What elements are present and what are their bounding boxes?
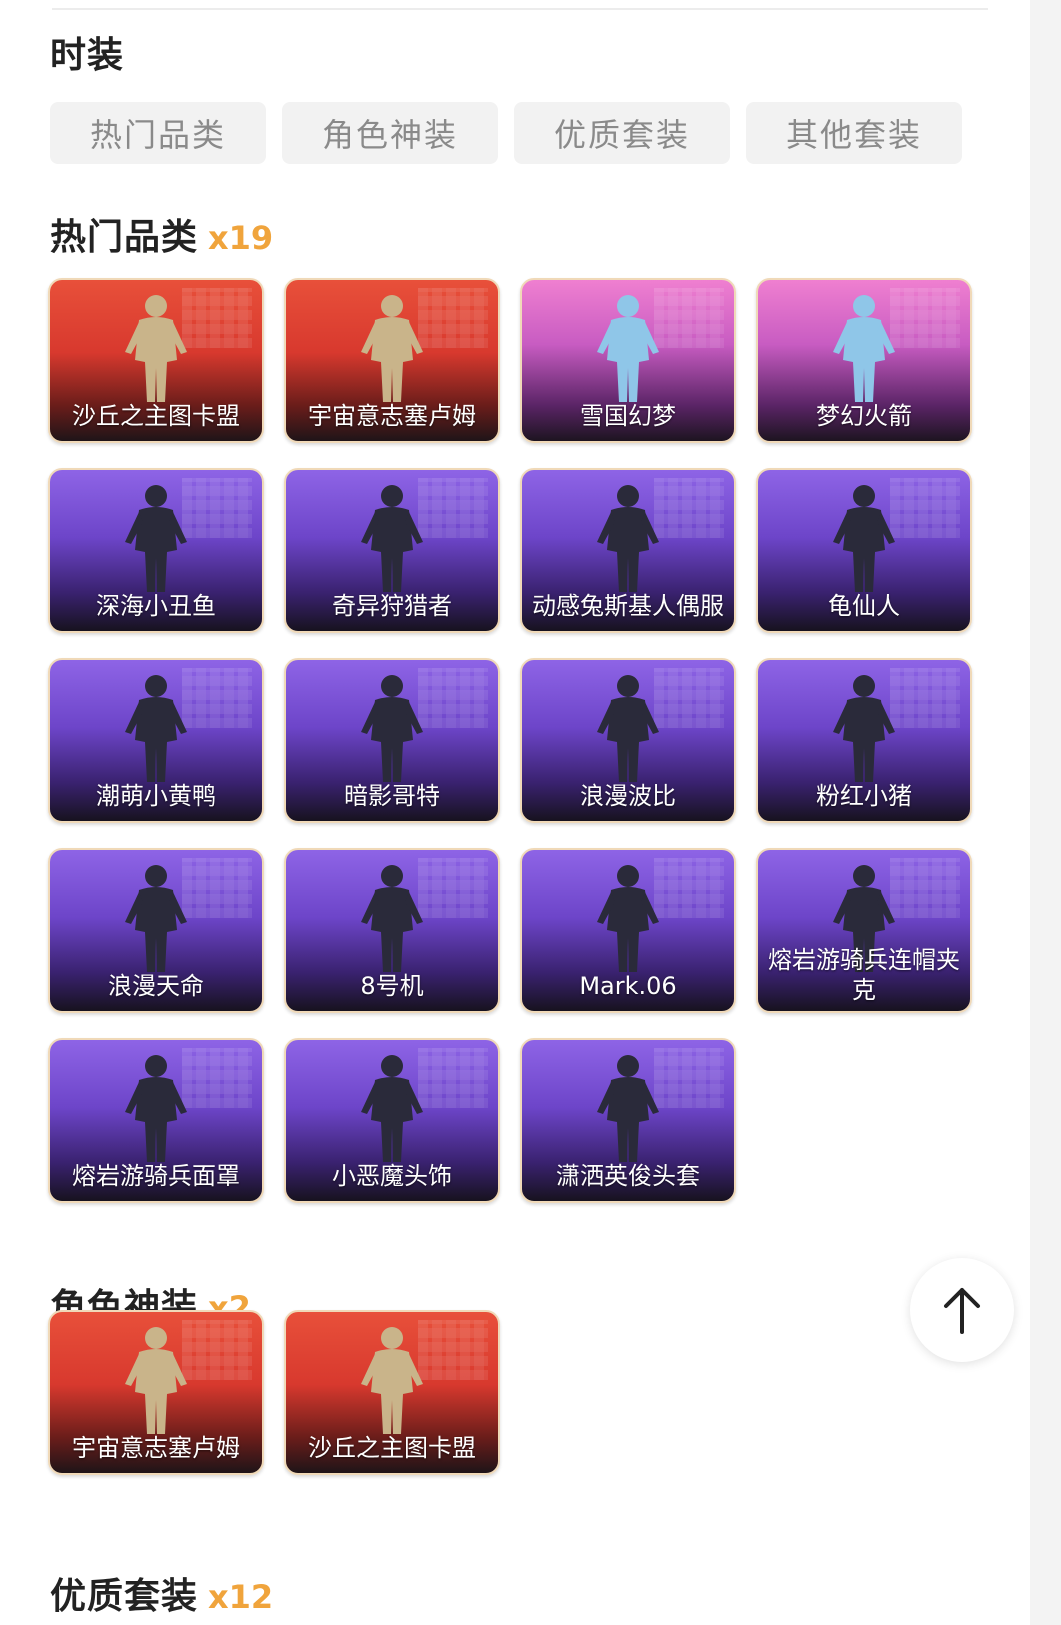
costume-figure-icon xyxy=(125,865,187,972)
costume-figure-icon xyxy=(125,295,187,402)
costume-card[interactable]: 梦幻火箭 xyxy=(756,278,972,443)
costume-name: 沙丘之主图卡盟 xyxy=(308,1434,476,1462)
costume-card[interactable]: 沙丘之主图卡盟 xyxy=(48,278,264,443)
costume-name: 梦幻火箭 xyxy=(816,402,912,430)
costume-name: Mark.06 xyxy=(579,972,677,1000)
costume-name: 动感兔斯基人偶服 xyxy=(532,592,724,620)
costume-card[interactable]: 熔岩游骑兵连帽夹克 xyxy=(756,848,972,1013)
section-quality-heading: 优质套装 x12 xyxy=(50,1567,273,1619)
section-hot-title: 热门品类 xyxy=(50,217,199,258)
costume-card[interactable]: 潇洒英俊头套 xyxy=(520,1038,736,1203)
costume-figure-icon xyxy=(597,1055,659,1162)
costume-name: 小恶魔头饰 xyxy=(332,1162,452,1190)
costume-card[interactable]: 宇宙意志塞卢姆 xyxy=(284,278,500,443)
costume-figure-icon xyxy=(361,485,423,592)
costume-name: 宇宙意志塞卢姆 xyxy=(72,1434,240,1462)
costume-figure-icon xyxy=(833,675,895,782)
costume-name: 沙丘之主图卡盟 xyxy=(72,402,240,430)
costume-name: 熔岩游骑兵面罩 xyxy=(72,1162,240,1190)
section-quality-count: x12 xyxy=(208,1578,274,1616)
costume-card[interactable]: 暗影哥特 xyxy=(284,658,500,823)
tab-other[interactable]: 其他套装 xyxy=(746,102,962,164)
costume-card[interactable]: Mark.06 xyxy=(520,848,736,1013)
tab-quality[interactable]: 优质套装 xyxy=(514,102,730,164)
costume-card[interactable]: 8号机 xyxy=(284,848,500,1013)
costume-figure-icon xyxy=(833,485,895,592)
costume-name: 潇洒英俊头套 xyxy=(556,1162,700,1190)
costume-name: 潮萌小黄鸭 xyxy=(96,782,216,810)
costume-card[interactable]: 潮萌小黄鸭 xyxy=(48,658,264,823)
page-edge-strip xyxy=(1030,0,1061,1625)
costume-figure-icon xyxy=(597,485,659,592)
costume-figure-icon xyxy=(597,675,659,782)
arrow-up-icon xyxy=(944,1288,980,1334)
costume-name: 粉红小猪 xyxy=(816,782,912,810)
costume-name: 龟仙人 xyxy=(828,592,900,620)
costume-figure-icon xyxy=(125,1055,187,1162)
costume-figure-icon xyxy=(833,295,895,402)
costume-figure-icon xyxy=(125,675,187,782)
costume-card[interactable]: 雪国幻梦 xyxy=(520,278,736,443)
section-hot-heading: 热门品类 x19 xyxy=(50,208,273,260)
costume-card[interactable]: 奇异狩猎者 xyxy=(284,468,500,633)
costume-card[interactable]: 浪漫天命 xyxy=(48,848,264,1013)
costume-name: 奇异狩猎者 xyxy=(332,592,452,620)
costume-figure-icon xyxy=(361,295,423,402)
page-title: 时装 xyxy=(50,35,125,76)
costume-card[interactable]: 龟仙人 xyxy=(756,468,972,633)
costume-figure-icon xyxy=(361,675,423,782)
costume-card[interactable]: 沙丘之主图卡盟 xyxy=(284,1310,500,1475)
costume-name: 8号机 xyxy=(360,972,424,1000)
costume-figure-icon xyxy=(361,1327,423,1434)
costume-figure-icon xyxy=(361,865,423,972)
back-to-top-button[interactable] xyxy=(910,1258,1014,1362)
tab-hot[interactable]: 热门品类 xyxy=(50,102,266,164)
top-divider xyxy=(52,8,988,10)
costume-name: 浪漫天命 xyxy=(108,972,204,1000)
section-quality-title: 优质套装 xyxy=(50,1576,199,1617)
costume-figure-icon xyxy=(125,485,187,592)
costume-name: 熔岩游骑兵连帽夹克 xyxy=(768,946,960,1004)
costume-name: 宇宙意志塞卢姆 xyxy=(308,402,476,430)
costume-name: 深海小丑鱼 xyxy=(96,592,216,620)
tab-role[interactable]: 角色神装 xyxy=(282,102,498,164)
costume-card[interactable]: 宇宙意志塞卢姆 xyxy=(48,1310,264,1475)
costume-name: 浪漫波比 xyxy=(580,782,676,810)
costume-figure-icon xyxy=(597,865,659,972)
costume-card[interactable]: 熔岩游骑兵面罩 xyxy=(48,1038,264,1203)
costume-name: 雪国幻梦 xyxy=(580,402,676,430)
costume-figure-icon xyxy=(597,295,659,402)
costume-card[interactable]: 浪漫波比 xyxy=(520,658,736,823)
costume-name: 暗影哥特 xyxy=(344,782,440,810)
costume-figure-icon xyxy=(125,1327,187,1434)
costume-card[interactable]: 动感兔斯基人偶服 xyxy=(520,468,736,633)
section-hot-count: x19 xyxy=(208,219,274,257)
costume-card[interactable]: 粉红小猪 xyxy=(756,658,972,823)
costume-card[interactable]: 深海小丑鱼 xyxy=(48,468,264,633)
costume-card[interactable]: 小恶魔头饰 xyxy=(284,1038,500,1203)
costume-figure-icon xyxy=(361,1055,423,1162)
